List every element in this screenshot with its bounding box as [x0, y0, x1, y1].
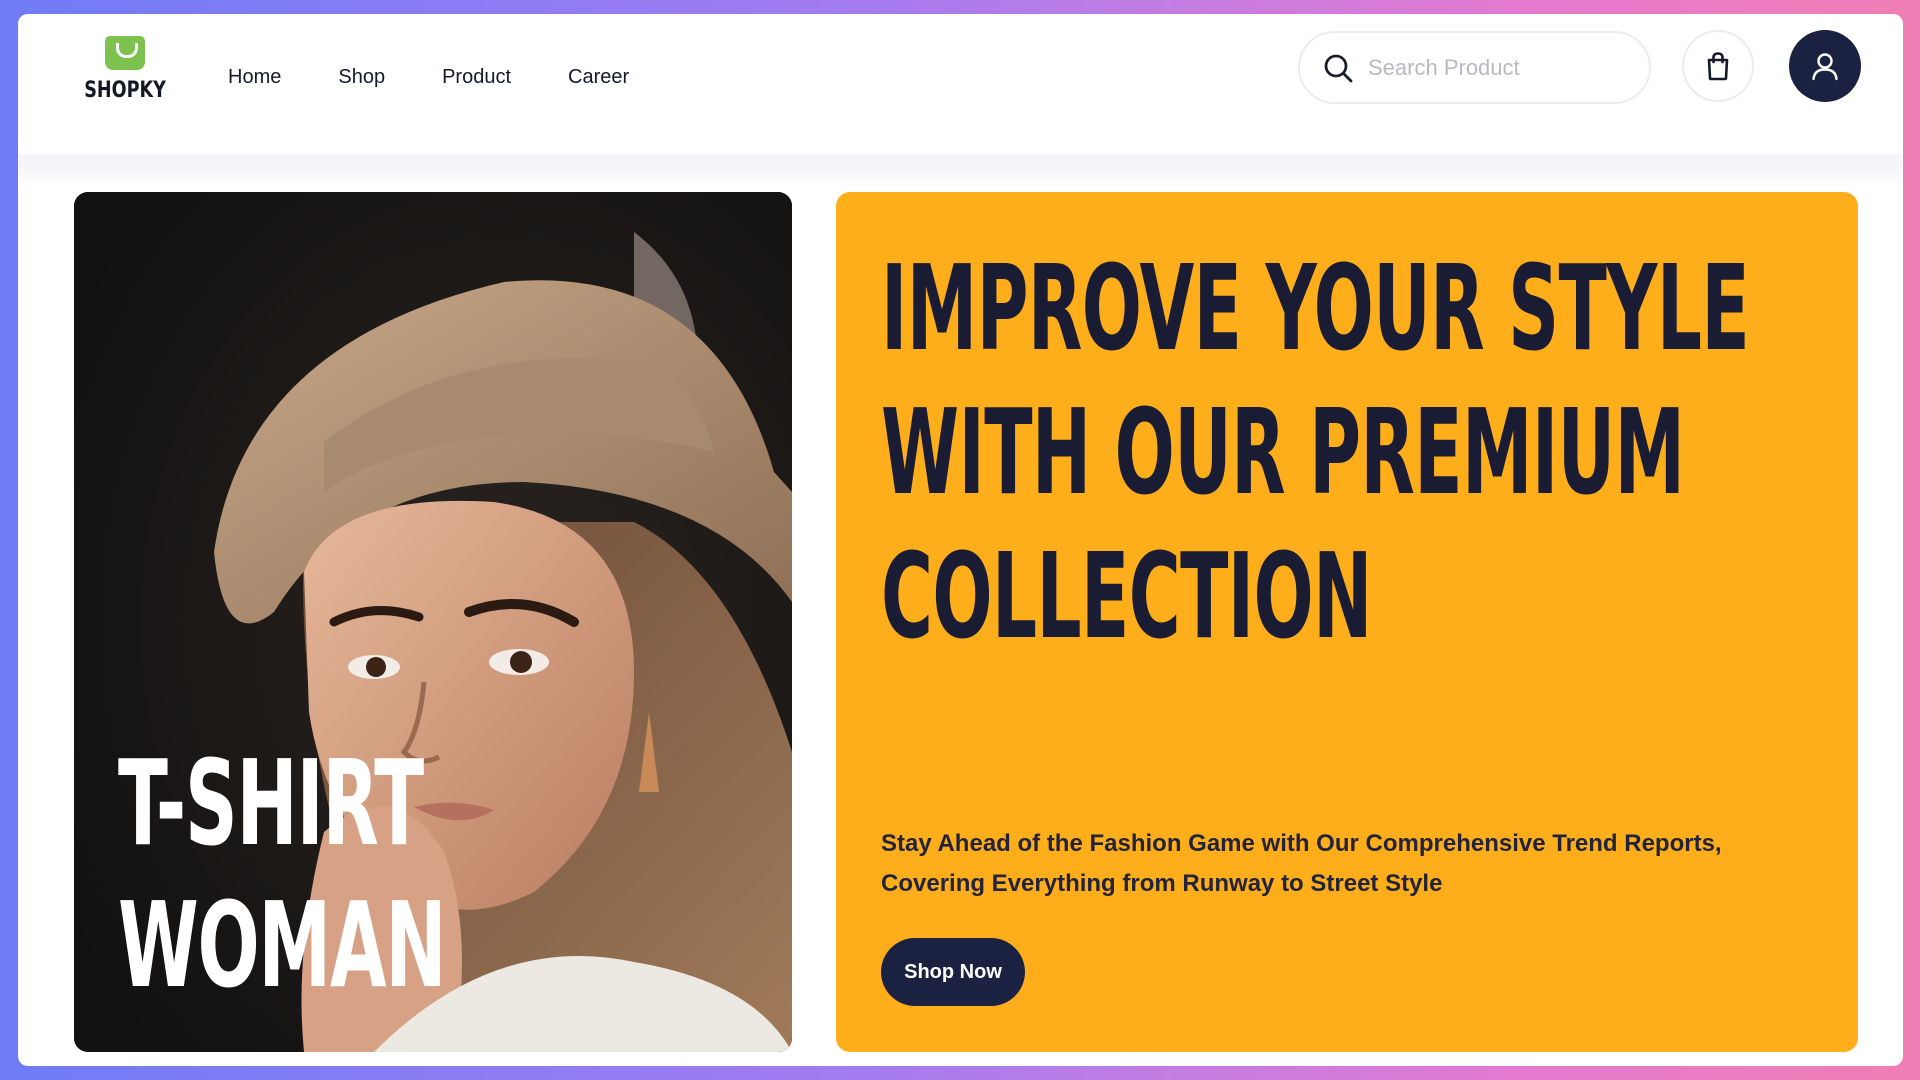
nav-item-product[interactable]: Product	[442, 66, 511, 89]
promo-headline: IMPROVE YOUR STYLE WITH OUR PREMIUM COLL…	[881, 236, 1750, 668]
page-frame: SHOPKY Home Shop Product Career Search P…	[18, 14, 1903, 1066]
site-header: SHOPKY Home Shop Product Career	[18, 14, 1903, 154]
headline-line-1: IMPROVE YOUR STYLE	[881, 239, 1750, 377]
brand-logo[interactable]: SHOPKY	[82, 34, 168, 120]
card-title-line-1: T-SHIRT	[118, 734, 424, 872]
cart-button[interactable]	[1682, 30, 1754, 102]
promo-banner: IMPROVE YOUR STYLE WITH OUR PREMIUM COLL…	[836, 192, 1858, 1052]
nav-item-home[interactable]: Home	[228, 66, 281, 89]
shopping-bag-logo-icon	[105, 36, 145, 70]
user-icon	[1812, 53, 1838, 81]
headline-line-3: COLLECTION	[881, 527, 1372, 665]
search-box[interactable]	[1298, 31, 1651, 104]
search-icon	[1324, 54, 1353, 82]
nav-item-career[interactable]: Career	[568, 66, 629, 89]
shopping-bag-icon	[1707, 52, 1729, 81]
brand-name: SHOPKY	[84, 78, 166, 103]
headline-line-2: WITH OUR PREMIUM	[881, 383, 1685, 521]
card-title: T-SHIRT WOMAN	[118, 732, 447, 1016]
shop-now-button[interactable]: Shop Now	[881, 938, 1025, 1006]
profile-button[interactable]	[1789, 30, 1861, 102]
nav-item-shop[interactable]: Shop	[338, 66, 385, 89]
search-input[interactable]	[1368, 54, 1628, 81]
card-title-line-2: WOMAN	[118, 876, 447, 1014]
tshirt-woman-card[interactable]: T-SHIRT WOMAN	[74, 192, 792, 1052]
promo-description: Stay Ahead of the Fashion Game with Our …	[881, 830, 1722, 897]
main-nav: Home Shop Product Career	[228, 66, 686, 89]
